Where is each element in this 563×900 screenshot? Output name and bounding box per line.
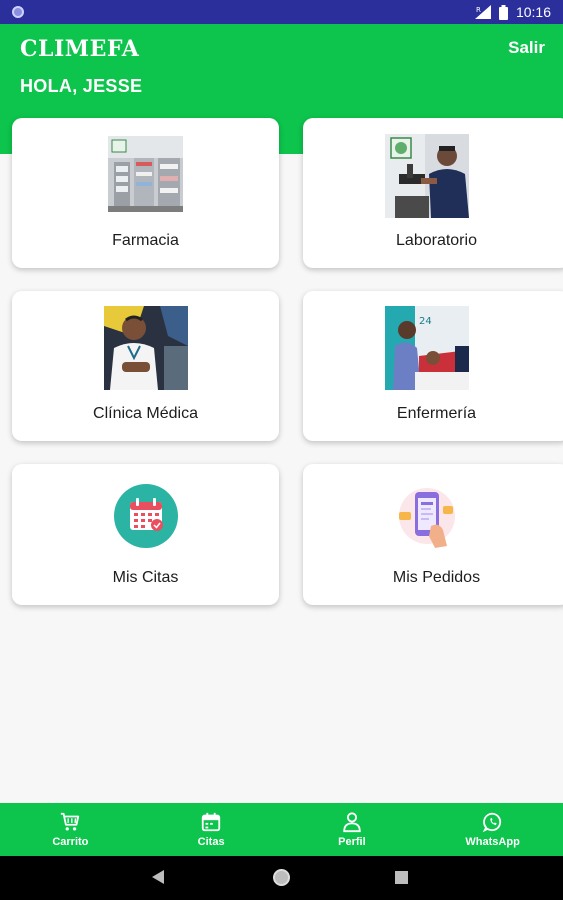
card-clinica-medica[interactable]: Clínica Médica — [12, 291, 279, 441]
status-indicators: R 10:16 — [474, 4, 551, 20]
nav-label: Carrito — [52, 836, 89, 848]
svg-text:24: 24 — [419, 316, 432, 327]
card-mis-pedidos[interactable]: Mis Pedidos — [303, 464, 563, 605]
whatsapp-icon — [482, 812, 501, 833]
nav-item-whatsapp[interactable]: WhatsApp — [422, 803, 563, 856]
nav-label: WhatsApp — [465, 836, 520, 848]
pharmacy-photo — [108, 136, 183, 212]
cart-icon — [61, 812, 80, 831]
calendar-icon — [201, 812, 221, 832]
calendar-icon — [114, 484, 178, 548]
card-laboratorio[interactable]: Laboratorio — [303, 118, 563, 268]
phone-order-icon — [393, 482, 461, 554]
app-title: CLIMEFA — [20, 36, 140, 62]
card-label: Clínica Médica — [93, 405, 198, 422]
nav-item-citas[interactable]: Citas — [141, 803, 282, 856]
nurse-photo: 24 — [385, 306, 469, 390]
nav-label: Citas — [197, 836, 225, 848]
svg-text:R: R — [476, 6, 481, 14]
doctor-photo — [104, 306, 188, 390]
status-bar: R 10:16 — [0, 0, 563, 24]
laboratory-photo — [385, 134, 469, 218]
nav-label: Perfil — [338, 836, 366, 848]
card-mis-citas[interactable]: Mis Citas — [12, 464, 279, 605]
home-icon[interactable] — [273, 869, 290, 886]
logout-button[interactable]: Salir — [508, 38, 545, 58]
clock: 10:16 — [515, 4, 551, 20]
card-label: Mis Citas — [112, 569, 179, 586]
card-label: Enfermería — [396, 405, 477, 422]
back-icon[interactable] — [152, 870, 164, 884]
nav-item-perfil[interactable]: Perfil — [282, 803, 423, 856]
notification-dot-icon — [12, 6, 24, 18]
battery-icon — [498, 4, 508, 20]
card-label: Farmacia — [112, 232, 179, 249]
person-icon — [343, 812, 361, 833]
system-nav-bar — [0, 856, 563, 900]
card-label: Mis Pedidos — [392, 569, 481, 586]
card-label: Laboratorio — [396, 232, 477, 249]
card-enfermeria[interactable]: 24 Enfermería — [303, 291, 563, 441]
card-farmacia[interactable]: Farmacia — [12, 118, 279, 268]
greeting-text: HOLA, JESSE — [20, 76, 143, 96]
bottom-nav: Carrito Citas Perfil WhatsApp — [0, 803, 563, 856]
signal-icon: R — [474, 5, 491, 19]
nav-item-carrito[interactable]: Carrito — [0, 803, 141, 856]
recent-apps-icon[interactable] — [395, 871, 408, 884]
